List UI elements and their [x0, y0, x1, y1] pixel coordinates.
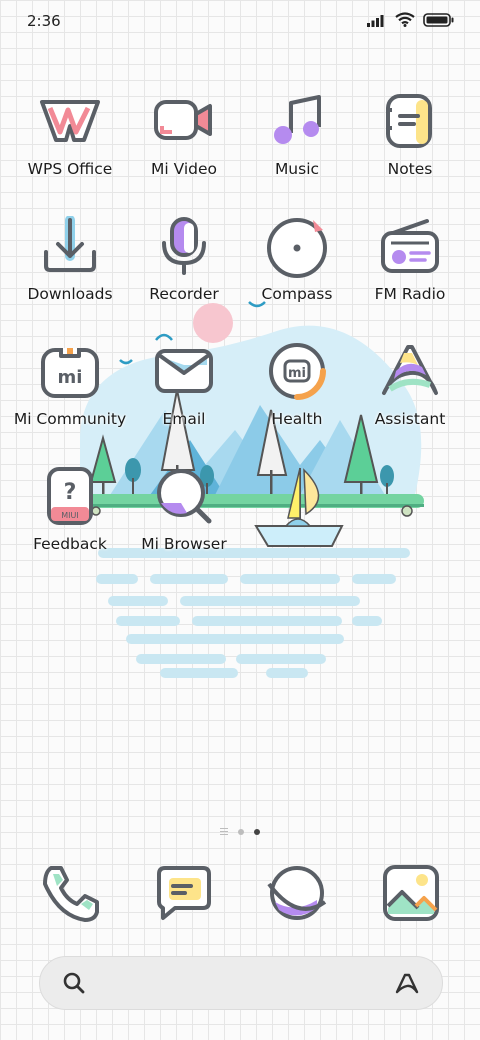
- assistant-shortcut-icon[interactable]: [394, 971, 420, 995]
- mi-community-icon: mi: [35, 336, 105, 406]
- video-camera-icon: [149, 86, 219, 156]
- app-mi-community[interactable]: mi Mi Community: [13, 336, 127, 456]
- notes-icon: [375, 86, 445, 156]
- compass-icon: [262, 211, 332, 281]
- feedback-miui-text: MIUI: [61, 511, 78, 520]
- app-recorder[interactable]: Recorder: [127, 211, 241, 331]
- status-icons: [367, 12, 454, 27]
- status-bar: 2:36: [0, 0, 480, 40]
- mi-community-logo-text: mi: [58, 367, 83, 388]
- search-bar[interactable]: [39, 956, 443, 1010]
- app-feedback[interactable]: MIUI ? Feedback: [13, 461, 127, 581]
- dock-browser[interactable]: [262, 858, 332, 928]
- status-time: 2:36: [27, 12, 61, 30]
- microphone-icon: [149, 211, 219, 281]
- envelope-icon: [149, 336, 219, 406]
- dock-messages[interactable]: [149, 858, 219, 928]
- app-label: Compass: [261, 285, 333, 303]
- page-dot-2-active[interactable]: [254, 828, 260, 835]
- gallery-icon: [380, 862, 442, 924]
- app-label: FM Radio: [374, 285, 446, 303]
- page-dot-1[interactable]: [238, 828, 244, 835]
- wifi-icon: [395, 12, 415, 27]
- app-label: Downloads: [27, 285, 113, 303]
- radio-icon: [375, 211, 445, 281]
- app-label: Assistant: [374, 410, 446, 428]
- app-label: Recorder: [149, 285, 219, 303]
- app-mi-browser[interactable]: Mi Browser: [127, 461, 241, 581]
- phone-icon: [39, 862, 101, 924]
- battery-icon: [423, 12, 454, 27]
- dock-phone[interactable]: [35, 858, 105, 928]
- music-note-icon: [262, 86, 332, 156]
- app-assistant[interactable]: Assistant: [353, 336, 467, 456]
- signal-icon: [367, 13, 387, 27]
- app-music[interactable]: Music: [240, 86, 354, 206]
- dock-gallery[interactable]: [376, 858, 446, 928]
- app-label: WPS Office: [27, 160, 113, 178]
- health-logo-text: mi: [288, 366, 306, 381]
- messages-icon: [153, 862, 215, 924]
- app-label: Mi Community: [13, 410, 127, 428]
- search-icon[interactable]: [62, 971, 86, 995]
- app-email[interactable]: Email: [127, 336, 241, 456]
- dock: [0, 858, 480, 928]
- page-indicator: [0, 828, 480, 835]
- app-label: Mi Video: [150, 160, 218, 178]
- app-label: Email: [162, 410, 206, 428]
- app-health[interactable]: mi Health: [240, 336, 354, 456]
- app-notes[interactable]: Notes: [353, 86, 467, 206]
- app-compass[interactable]: Compass: [240, 211, 354, 331]
- app-wps-office[interactable]: WPS Office: [13, 86, 127, 206]
- app-label: Health: [271, 410, 323, 428]
- app-downloads[interactable]: Downloads: [13, 211, 127, 331]
- assistant-icon: [375, 336, 445, 406]
- feedback-icon: MIUI ?: [35, 461, 105, 531]
- app-label: Feedback: [33, 535, 107, 553]
- download-icon: [35, 211, 105, 281]
- app-fm-radio[interactable]: FM Radio: [353, 211, 467, 331]
- app-label: Notes: [387, 160, 433, 178]
- health-ring-icon: mi: [262, 336, 332, 406]
- wps-office-icon: [35, 86, 105, 156]
- app-label: Mi Browser: [141, 535, 227, 553]
- feedback-question-text: ?: [64, 480, 77, 505]
- browser-icon: [149, 461, 219, 531]
- app-mi-video[interactable]: Mi Video: [127, 86, 241, 206]
- page-indicator-feed-icon[interactable]: [220, 828, 228, 835]
- app-label: Music: [274, 160, 320, 178]
- planet-icon: [265, 862, 329, 924]
